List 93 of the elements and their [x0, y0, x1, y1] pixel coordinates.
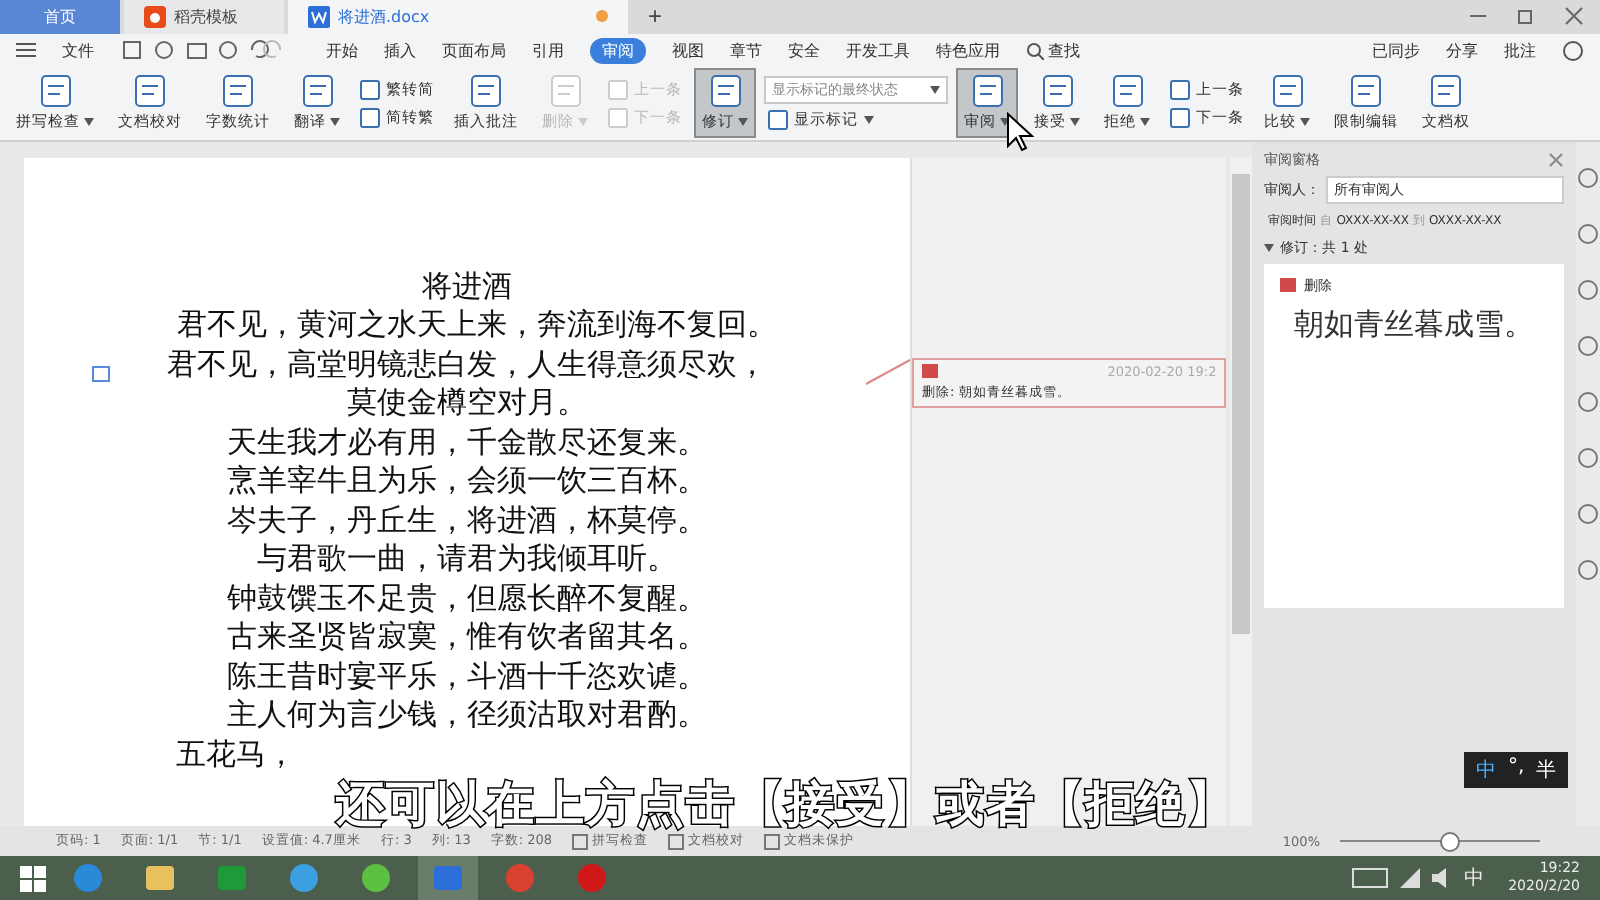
menu-icon[interactable]	[16, 42, 36, 59]
windows-logo-icon[interactable]	[20, 865, 46, 891]
menu-tab[interactable]: 引用	[532, 39, 564, 62]
check-box-icon	[572, 833, 589, 850]
app-icon	[360, 862, 392, 894]
document-tab[interactable]: 将进酒.docx	[288, 0, 628, 34]
menu-tab[interactable]: 开发工具	[846, 39, 910, 62]
caret-icon[interactable]	[1264, 243, 1275, 252]
page-icon	[360, 79, 380, 100]
page-icon	[969, 74, 1005, 109]
app-icon	[432, 862, 464, 894]
app-icon	[504, 862, 536, 894]
document-tab[interactable]: 首页	[0, 0, 120, 34]
poem-line: 主人何为言少钱，径须沽取对君酌。	[227, 696, 707, 736]
poem-line: 古来圣贤皆寂寞，惟有饮者留其名。	[227, 618, 707, 658]
video-subtitle: 还可以在上方点击【接受】或者【拒绝】	[336, 774, 1236, 833]
menu-tab[interactable]: 插入	[384, 39, 416, 62]
comment-marker-icon	[92, 365, 110, 384]
menu-tab[interactable]: 视图	[672, 39, 704, 62]
side-tool-icon[interactable]	[1576, 501, 1600, 526]
zoom-thumb[interactable]	[1440, 831, 1460, 852]
page-icon	[1109, 74, 1145, 109]
leader-line	[866, 357, 910, 386]
app-icon	[216, 862, 248, 894]
page-icon	[1269, 74, 1305, 109]
toolbar-link[interactable]: 分享	[1446, 39, 1478, 62]
app-icon	[144, 862, 176, 894]
page-icon	[547, 74, 583, 109]
poem-line: 岑夫子，丹丘生，将进酒，杯莫停。	[227, 501, 707, 541]
restore-icon[interactable]	[1516, 6, 1536, 27]
page-icon	[768, 109, 788, 130]
side-tool-icon[interactable]	[1576, 277, 1600, 302]
page-icon	[707, 74, 743, 109]
network-icon[interactable]	[1400, 868, 1421, 888]
poem-line: 烹羊宰牛且为乐，会须一饮三百杯。	[227, 462, 707, 502]
poem-line: 钟鼓馔玉不足贵，但愿长醉不复醒。	[227, 579, 707, 619]
page-icon	[1170, 79, 1190, 100]
page-icon	[1348, 74, 1384, 109]
search-link[interactable]: 查找	[1026, 39, 1080, 62]
side-tool-icon[interactable]	[1576, 221, 1600, 246]
menu-tab[interactable]: 章节	[730, 39, 762, 62]
menu-tab[interactable]: 安全	[788, 39, 820, 62]
document-icon	[308, 5, 330, 28]
side-tool-icon[interactable]	[1576, 333, 1600, 358]
page-icon	[37, 74, 73, 109]
menu-tab[interactable]: 开始	[326, 39, 358, 62]
app-icon	[72, 862, 104, 894]
check-box-icon	[668, 833, 685, 850]
page-icon	[1039, 74, 1075, 109]
input-method-indicator[interactable]: 中	[1464, 864, 1485, 892]
ime-toolbar[interactable]: 中 °, 半	[1464, 752, 1569, 788]
file-menu[interactable]: 文件	[62, 39, 94, 62]
menu-tab[interactable]: 页面布局	[442, 39, 506, 62]
poem-line: 天生我才必有用，千金散尽还复来。	[227, 423, 707, 463]
toolbar-link[interactable]: 批注	[1504, 39, 1536, 62]
menu-tab[interactable]: 审阅	[590, 37, 646, 64]
scrollbar[interactable]	[1230, 157, 1253, 827]
close-icon[interactable]	[1564, 6, 1584, 27]
page-icon	[360, 107, 380, 128]
poem-line: 五花马，	[176, 735, 296, 775]
poem-line: 陈王昔时宴平乐，斗酒十千恣欢谑。	[227, 657, 707, 697]
side-tool-icon[interactable]	[1576, 165, 1600, 190]
side-tool-icon[interactable]	[1576, 445, 1600, 470]
help-icon[interactable]	[1562, 39, 1584, 62]
page-icon	[608, 107, 628, 128]
close-icon[interactable]	[1548, 151, 1564, 168]
page-icon	[1170, 107, 1190, 128]
document-tab[interactable]: 稻壳模板	[124, 0, 284, 34]
app-icon	[576, 862, 608, 894]
page-icon	[608, 79, 628, 100]
comment-flag-icon	[922, 364, 938, 379]
new-tab-button[interactable]: +	[632, 0, 679, 34]
app-icon	[288, 862, 320, 894]
search-icon	[1026, 41, 1044, 60]
page-icon	[132, 74, 168, 109]
toolbar-link[interactable]: 已同步	[1372, 39, 1420, 62]
page-icon	[1428, 74, 1464, 109]
check-box-icon	[764, 833, 781, 850]
unsaved-dot-icon	[596, 10, 608, 23]
page-icon	[220, 74, 256, 109]
poem-line: 君不见，高堂明镜悲白发，人生得意须尽欢，	[167, 345, 767, 385]
keyboard-icon[interactable]	[1352, 868, 1389, 888]
poem-title: 将进酒	[422, 267, 512, 307]
page-icon	[468, 74, 504, 109]
deleted-text: 朝如青丝暮成雪。	[1292, 303, 1537, 344]
poem-line: 与君歌一曲，请君为我倾耳听。	[257, 540, 677, 580]
menu-tab[interactable]: 特色应用	[936, 39, 1000, 62]
page-icon	[299, 74, 335, 109]
poem-line: 君不见，黄河之水天上来，奔流到海不复回。	[177, 306, 777, 346]
poem-line: 莫使金樽空对月。	[347, 384, 587, 424]
side-tool-icon[interactable]	[1576, 557, 1600, 582]
change-flag-icon	[1280, 278, 1297, 293]
side-tool-icon[interactable]	[1576, 389, 1600, 414]
